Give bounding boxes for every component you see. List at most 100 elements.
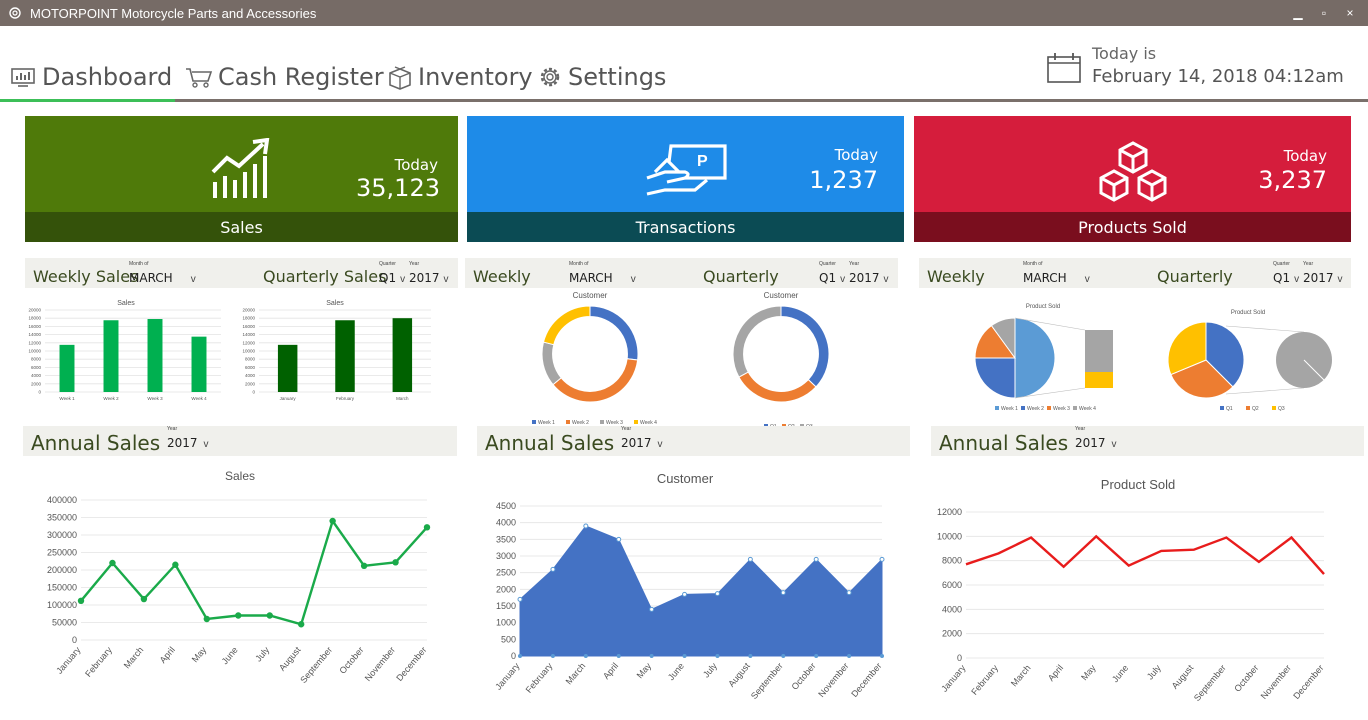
bar: [59, 344, 75, 392]
sales-card[interactable]: Today 35,123 Sales: [25, 116, 458, 242]
x-tick-label: October: [789, 661, 817, 692]
legend-label: Q2: [1252, 406, 1259, 412]
sales-year-select[interactable]: Year 2017 v: [409, 261, 449, 287]
chevron-down-icon: v: [1084, 274, 1090, 285]
x-tick-label: October: [1232, 663, 1260, 694]
data-point: [423, 524, 431, 531]
chevron-down-icon: v: [630, 274, 636, 285]
x-tick-label: July: [1145, 662, 1163, 681]
data-point: [780, 590, 786, 596]
transactions-month-select[interactable]: Month of MARCH v: [569, 261, 636, 287]
legend-swatch: [1272, 406, 1276, 410]
y-tick-label: 0: [38, 390, 41, 395]
chevron-down-icon: v: [203, 439, 209, 450]
data-point: [235, 612, 242, 619]
annual-customer-year-select[interactable]: Year 2017 v: [621, 426, 663, 452]
x-tick-label: Week 2: [103, 396, 119, 401]
pie-slice: [780, 305, 830, 388]
chevron-down-icon: v: [190, 274, 196, 285]
annual-sales-title: Annual Sales: [31, 431, 161, 455]
data-point: [392, 559, 399, 566]
sales-month-select[interactable]: Month of MARCH v: [129, 261, 196, 287]
boxes-icon: [1099, 141, 1167, 202]
y-tick-label: 12000: [242, 340, 255, 345]
x-tick-label: January: [280, 396, 297, 401]
products-today-label: Today: [1283, 147, 1327, 165]
y-tick-label: 10000: [28, 349, 41, 354]
transactions-card[interactable]: P Today 1,237 Transactions: [467, 116, 904, 242]
minimize-button[interactable]: ▁: [1292, 6, 1304, 20]
y-tick-label: 6000: [31, 365, 42, 370]
y-tick-label: 14000: [28, 332, 41, 337]
tab-settings[interactable]: Settings: [536, 60, 666, 94]
weekly-sales-title: Weekly Sales: [33, 267, 139, 286]
line-series: [80, 518, 428, 626]
pie-slice: [589, 305, 639, 361]
chart-title: Sales: [225, 469, 255, 483]
annual-sales-year-select[interactable]: Year 2017 v: [167, 426, 209, 452]
products-month-select[interactable]: Month of MARCH v: [1023, 261, 1090, 287]
y-tick-label: 50000: [52, 618, 77, 628]
bar: [277, 344, 298, 392]
legend-label: Week 2: [1027, 406, 1044, 412]
pie-slice: [974, 357, 1016, 399]
close-button[interactable]: ×: [1344, 6, 1356, 20]
transactions-year-select[interactable]: Year 2017 v: [849, 261, 889, 287]
products-sold-card[interactable]: Today 3,237 Products Sold: [914, 116, 1351, 242]
chevron-down-icon: v: [400, 274, 406, 285]
sales-today-value: 35,123: [356, 174, 440, 202]
tab-cash-register[interactable]: Cash Register: [184, 60, 384, 94]
x-tick-label: August: [726, 660, 752, 688]
x-tick-label: October: [337, 645, 365, 676]
tab-inventory[interactable]: Inventory: [386, 60, 533, 94]
baseline-point: [880, 654, 884, 658]
gear-app-icon: [9, 7, 21, 19]
x-tick-label: May: [635, 660, 654, 680]
tab-dashboard[interactable]: Dashboard: [10, 60, 172, 94]
x-tick-label: January: [493, 660, 522, 691]
pie-slice: [732, 305, 782, 378]
x-tick-label: March: [1009, 663, 1033, 689]
y-tick-label: 4000: [245, 373, 256, 378]
monitor-chart-icon: [11, 68, 35, 87]
chevron-down-icon: v: [1111, 439, 1117, 450]
baseline-point: [583, 654, 588, 658]
data-point: [846, 590, 852, 596]
annual-sales-header: Annual Sales Year 2017 v: [23, 426, 457, 456]
quarterly-products-title: Quarterly: [1157, 267, 1233, 286]
quarterly-customer-chart: CustomerQ1Q2Q3: [694, 288, 868, 434]
active-tab-indicator: [0, 99, 175, 102]
transactions-today-label: Today: [834, 146, 878, 164]
products-year-select[interactable]: Year 2017 v: [1303, 261, 1343, 287]
baseline-point: [715, 654, 720, 658]
maximize-button[interactable]: ▫: [1318, 6, 1330, 20]
legend-swatch: [1073, 406, 1077, 410]
data-point: [550, 566, 556, 572]
chart-title: Sales: [326, 300, 344, 307]
y-tick-label: 3000: [496, 551, 516, 561]
products-today-value: 3,237: [1258, 166, 1327, 194]
y-tick-label: 200000: [47, 565, 77, 575]
y-tick-label: 4500: [496, 501, 516, 511]
sales-card-body: Today 35,123: [25, 116, 458, 212]
y-tick-label: 300000: [47, 530, 77, 540]
transactions-quarter-select[interactable]: Quarter Q1 v: [819, 261, 845, 287]
x-tick-label: September: [749, 661, 785, 701]
legend-label: Q3: [1278, 406, 1285, 412]
nav-divider: [0, 99, 1368, 102]
x-tick-label: September: [298, 645, 334, 685]
tab-inventory-label: Inventory: [418, 63, 533, 91]
bar: [103, 320, 119, 392]
data-point: [266, 612, 273, 619]
y-tick-label: 1500: [496, 601, 516, 611]
baseline-point: [649, 654, 654, 658]
annual-product-year-select[interactable]: Year 2017 v: [1075, 426, 1117, 452]
data-point: [172, 561, 179, 568]
products-quarter-select[interactable]: Quarter Q1 v: [1273, 261, 1299, 287]
x-tick-label: April: [1046, 663, 1065, 683]
chart-title: Customer: [573, 291, 608, 300]
sales-quarter-select[interactable]: Quarter Q1 v: [379, 261, 405, 287]
y-tick-label: 8000: [942, 556, 962, 566]
sales-card-label: Sales: [25, 212, 458, 242]
y-tick-label: 16000: [242, 324, 255, 329]
